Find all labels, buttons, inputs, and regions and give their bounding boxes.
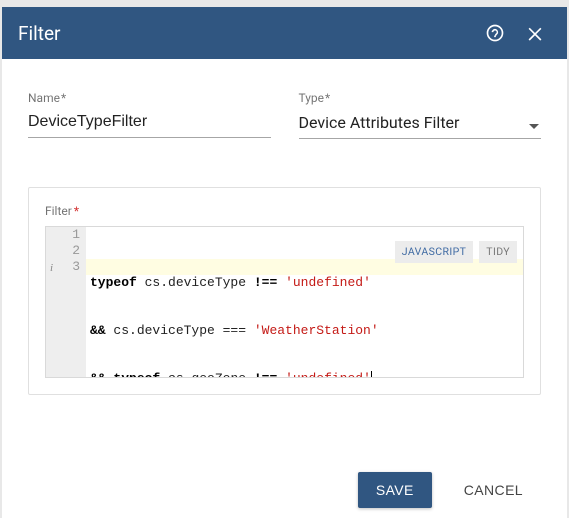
dialog-body: Name* Type* Device Attributes Filter Fil… [2,59,567,434]
code-line: && cs.deviceType === 'WeatherStation' [90,323,519,339]
name-label-text: Name [28,91,60,105]
tok-ident: cs.deviceType === [106,323,254,338]
tok-str: 'undefined' [285,275,371,290]
filter-editor-label: Filter* [45,204,524,218]
code-line: typeof cs.deviceType !== 'undefined' [90,275,519,291]
language-badge[interactable]: JAVASCRIPT [395,241,474,263]
tok-op: !== [254,275,277,290]
required-marker: * [74,204,79,218]
gutter-line: 2 [46,243,80,259]
name-field: Name* [28,91,271,139]
help-icon [485,23,505,43]
tok-str: 'WeatherStation' [254,323,379,338]
tok-op: && [90,371,106,378]
close-button[interactable] [519,17,551,49]
filter-dialog: Filter Name* Type* Device Attributes Fil… [2,7,567,518]
chevron-down-icon [529,124,539,129]
tok-kw: typeof [90,275,137,290]
required-marker: * [61,91,66,105]
type-select-value: Device Attributes Filter [299,107,542,139]
tok-op: && [90,323,106,338]
tok-kw: typeof [113,371,160,378]
type-label: Type* [299,91,542,105]
code-line: && typeof cs.geoZone !== 'undefined' [90,371,519,378]
dialog-titlebar: Filter [2,7,567,59]
required-marker: * [325,91,330,105]
gutter-line: i3 [46,259,80,275]
tok-ident: cs.deviceType [137,275,254,290]
fields-row: Name* Type* Device Attributes Filter [28,91,541,139]
type-field: Type* Device Attributes Filter [299,91,542,139]
name-input[interactable] [28,107,271,138]
type-select[interactable]: Device Attributes Filter [299,107,542,139]
code-editor[interactable]: JAVASCRIPT TIDY 1 2 i3 typeof cs.deviceT… [45,226,524,378]
type-label-text: Type [299,91,325,105]
info-icon: i [50,260,53,276]
tok-op: !== [254,371,277,378]
gutter-num: 3 [72,259,80,274]
cancel-button[interactable]: CANCEL [446,472,541,508]
code-gutter: 1 2 i3 [46,227,86,377]
code-badges: JAVASCRIPT TIDY [395,241,517,263]
name-label: Name* [28,91,271,105]
dialog-title: Filter [18,22,471,45]
gutter-line: 1 [46,227,80,243]
tok-str: 'undefined' [285,371,371,378]
dialog-actions: SAVE CANCEL [2,434,567,518]
tok-ident: cs.geoZone [160,371,254,378]
tidy-button[interactable]: TIDY [479,241,517,263]
help-button[interactable] [479,17,511,49]
tok-sp [277,275,285,290]
gutter-num: 2 [72,243,80,258]
filter-editor-label-text: Filter [45,204,72,218]
save-button[interactable]: SAVE [358,472,432,508]
close-icon [525,23,545,43]
text-cursor [371,371,372,378]
filter-editor-card: Filter* JAVASCRIPT TIDY 1 2 i3 typeof cs… [28,187,541,395]
gutter-num: 1 [72,227,80,242]
tok-sp [277,371,285,378]
